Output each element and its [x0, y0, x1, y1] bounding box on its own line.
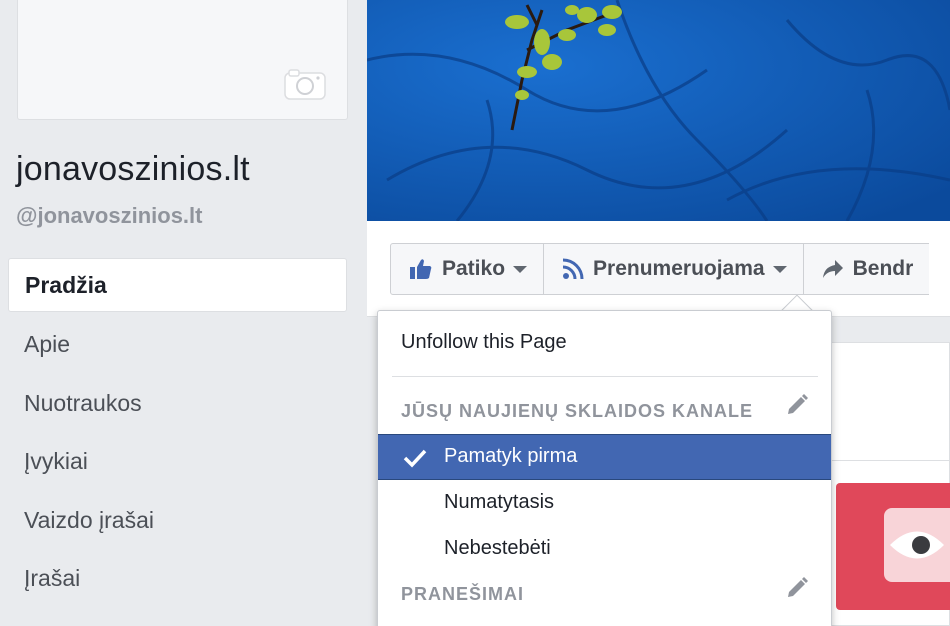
- left-column: jonavoszinios.lt @jonavoszinios.lt Pradž…: [0, 0, 367, 626]
- share-button[interactable]: Bendr: [803, 243, 930, 295]
- page-username[interactable]: @jonavoszinios.lt: [16, 203, 202, 229]
- chevron-down-icon: [513, 265, 528, 273]
- check-icon: [403, 449, 427, 468]
- menu-option-see-first[interactable]: Pamatyk pirma: [378, 434, 831, 480]
- action-button-group: Patiko Prenumeruojama Bendr: [390, 243, 930, 295]
- like-button-label: Patiko: [442, 257, 506, 280]
- nav-item-photos[interactable]: Nuotraukos: [8, 375, 347, 434]
- eye-icon-box: [884, 508, 950, 582]
- menu-divider: [392, 376, 818, 377]
- share-button-label: Bendr: [852, 257, 914, 280]
- nav-item-videos[interactable]: Vaizdo įrašai: [8, 492, 347, 551]
- notifications-heading: PRANEŠIMAI: [401, 584, 525, 604]
- menu-option-default[interactable]: Numatytasis: [444, 491, 554, 514]
- share-arrow-icon: [822, 260, 843, 278]
- pencil-icon[interactable]: [785, 393, 809, 417]
- cover-image: [367, 0, 950, 221]
- eye-icon: [890, 531, 944, 559]
- follow-dropdown-menu: Unfollow this Page JŪSŲ NAUJIENŲ SKLAIDO…: [377, 310, 832, 626]
- nav-item-posts[interactable]: Įrašai: [8, 550, 347, 609]
- nav-item-events[interactable]: Įvykiai: [8, 433, 347, 492]
- page-navigation: Pradžia Apie Nuotraukos Įvykiai Vaizdo į…: [8, 258, 347, 609]
- divider: [830, 460, 950, 461]
- page-title: jonavoszinios.lt: [16, 150, 250, 188]
- nav-item-about[interactable]: Apie: [8, 316, 347, 375]
- thumbs-up-icon: [410, 259, 432, 279]
- cover-photo[interactable]: [367, 0, 950, 221]
- camera-icon[interactable]: [283, 67, 327, 101]
- profile-picture[interactable]: [17, 0, 348, 120]
- page-action-bar: Patiko Prenumeruojama Bendr: [367, 221, 950, 317]
- pencil-icon[interactable]: [785, 576, 809, 600]
- rss-icon: [562, 258, 584, 280]
- nav-item-home[interactable]: Pradžia: [8, 258, 347, 312]
- follow-button-label: Prenumeruojama: [593, 257, 765, 280]
- like-button[interactable]: Patiko: [390, 243, 545, 295]
- follow-button[interactable]: Prenumeruojama: [544, 243, 804, 295]
- unfollow-page-item[interactable]: Unfollow this Page: [401, 331, 567, 354]
- menu-option-label: Pamatyk pirma: [444, 445, 578, 467]
- news-feed-heading: JŪSŲ NAUJIENŲ SKLAIDOS KANALE: [401, 401, 754, 421]
- menu-option-unfollow[interactable]: Nebestebėti: [444, 537, 551, 560]
- chevron-down-icon: [772, 265, 787, 273]
